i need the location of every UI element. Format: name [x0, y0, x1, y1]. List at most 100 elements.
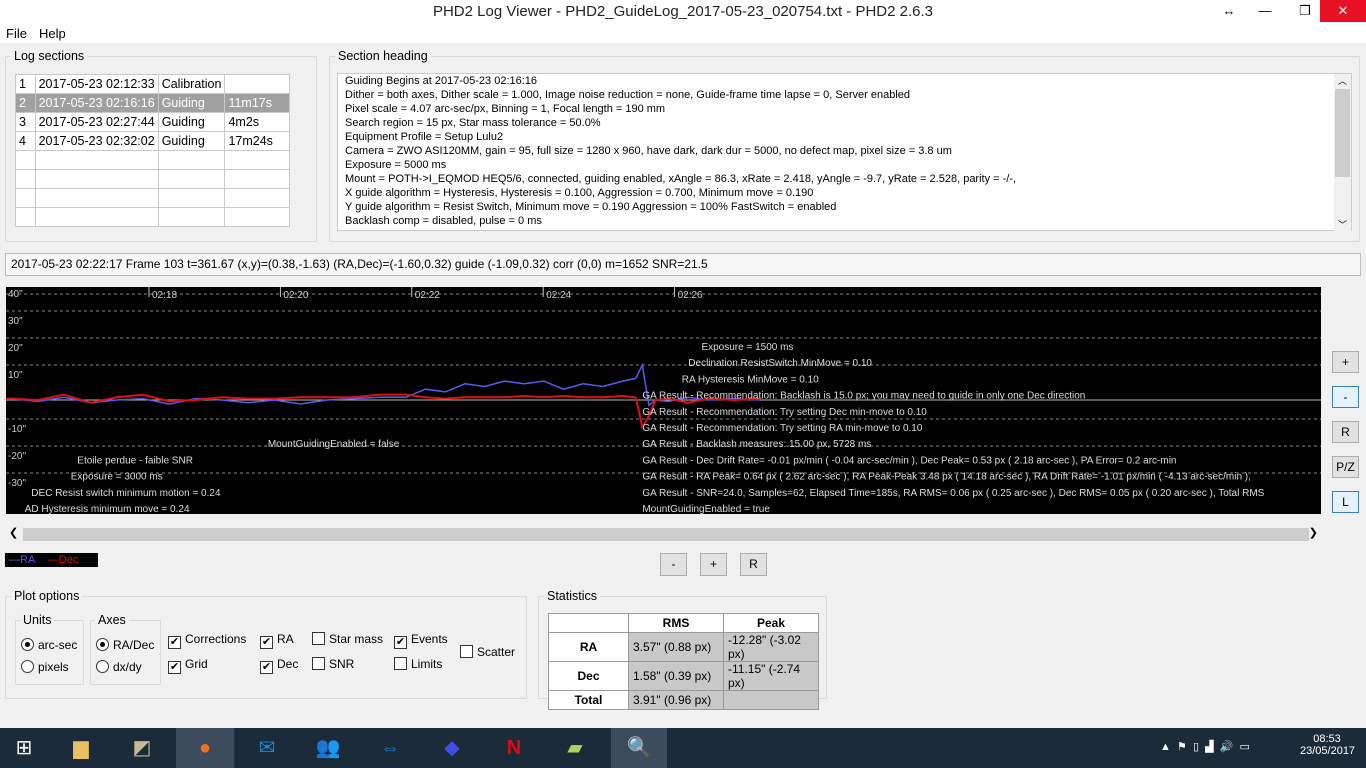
netflix-icon[interactable]: N [490, 728, 538, 768]
log-section-row[interactable]: 2 2017-05-23 02:16:16 Guiding 11m17s [15, 93, 290, 113]
log-cell [157, 207, 226, 227]
checkbox-scatter[interactable]: Scatter [460, 645, 515, 659]
x-tick-label: 02:18 [152, 290, 177, 301]
checkbox-box[interactable]: ✔ [168, 636, 181, 649]
plot-l-button[interactable]: L [1332, 491, 1359, 513]
start-windows-icon[interactable]: ⊞ [0, 728, 48, 768]
radio-pixels[interactable]: pixels [21, 660, 69, 674]
checkbox-label: Scatter [477, 645, 516, 659]
log-section-row[interactable] [15, 188, 290, 208]
title-bar: PHD2 Log Viewer - PHD2_GuideLog_2017-05-… [0, 0, 1366, 23]
people-icon[interactable]: 👥 [304, 728, 352, 768]
maps-icon[interactable]: ▰ [551, 728, 599, 768]
heading-line: Dither = both axes, Dither scale = 1.000… [345, 89, 910, 101]
log-cell [34, 150, 159, 170]
app-icon[interactable]: ◩ [118, 728, 166, 768]
header-peak: Peak [723, 613, 819, 633]
maximize-button[interactable]: ❐ [1285, 0, 1325, 22]
event-label: DEC Resist switch minimum motion = 0.24 [31, 488, 221, 499]
teamviewer-icon[interactable]: ⇔ [366, 728, 414, 768]
event-label: GA Result - SNR=24.0, Samples=62, Elapse… [642, 488, 1264, 499]
event-label: MountGuidingEnabled = true [642, 504, 770, 514]
zoom-reset-button[interactable]: R [740, 553, 767, 576]
heading-line: Equipment Profile = Setup Lulu2 [345, 131, 504, 143]
log-section-row[interactable] [15, 169, 290, 189]
checkbox-box[interactable]: ✔ [260, 661, 273, 674]
legend-dec: —Dec [47, 554, 79, 566]
zoom-in-button[interactable]: + [700, 553, 727, 576]
log-cell [34, 169, 159, 189]
checkbox-box[interactable]: ✔ [260, 636, 273, 649]
section-heading-text[interactable]: Guiding Begins at 2017-05-23 02:16:16 Dit… [337, 73, 1352, 231]
tray-icons[interactable]: ▲ ⚑ ▯ ▟ 🔊 ▭ [1160, 740, 1250, 753]
y-tick-label: -10" [8, 424, 26, 435]
resize-icon[interactable]: ↔ [1209, 0, 1249, 22]
file-explorer-icon[interactable]: ▆ [57, 728, 105, 768]
checkbox-limits[interactable]: Limits [394, 657, 442, 671]
checkbox-box[interactable] [460, 645, 473, 658]
plot-pz-button[interactable]: P/Z [1332, 456, 1359, 478]
log-cell: 4m2s [224, 112, 290, 132]
log-section-row[interactable]: 1 2017-05-23 02:12:33 Calibration [15, 74, 290, 94]
plot-reset-button[interactable]: R [1332, 421, 1359, 443]
checkbox-snr[interactable]: SNR [312, 657, 354, 671]
log-cell [157, 150, 226, 170]
checkbox-box[interactable] [312, 657, 325, 670]
clock[interactable]: 08:53 23/05/2017 [1300, 733, 1355, 757]
firefox-icon[interactable]: ● [176, 728, 234, 768]
log-sections-table[interactable]: 1 2017-05-23 02:12:33 Calibration 2 2017-05-… [15, 74, 290, 227]
log-cell [224, 74, 290, 94]
checkbox-star-mass[interactable]: Star mass [312, 632, 383, 646]
mail-icon[interactable]: ✉ [243, 728, 291, 768]
checkbox-dec[interactable]: ✔ Dec [260, 657, 298, 674]
checkbox-grid[interactable]: ✔ Grid [168, 657, 208, 674]
radio-dx-dy[interactable]: dx/dy [96, 660, 142, 674]
graph-hscrollbar[interactable]: ❮ ❯ [6, 526, 1321, 543]
log-sections-label: Log sections [11, 49, 88, 63]
stat-cell [723, 690, 819, 710]
radio-ra-dec[interactable]: RA/Dec [96, 638, 154, 652]
frame-status-line: 2017-05-23 02:22:17 Frame 103 t=361.67 (… [5, 253, 1361, 276]
heading-scrollbar[interactable]: ︿ ﹀ [1334, 74, 1351, 231]
taskbar: ⊞ ▆ ◩ ● ✉ 👥 ⇔ ◆ N ▰ 🔍 ▲ ⚑ ▯ ▟ 🔊 ▭ 08:53 … [0, 728, 1366, 768]
x-tick-label: 02:20 [283, 290, 308, 301]
radio-arc-sec[interactable]: arc-sec [21, 638, 77, 652]
checkbox-label: RA [277, 632, 294, 646]
statistics-label: Statistics [544, 589, 601, 603]
guiding-graph[interactable]: 40" 30" 20" 10" -10" -20" -30" 02:18 02:20 02:22 0… [6, 287, 1321, 514]
plot-zoom-in-button[interactable]: + [1332, 351, 1359, 373]
stat-cell: 3.57" (0.88 px) [628, 632, 724, 662]
checkbox-events[interactable]: ✔ Events [394, 632, 448, 649]
phd2-log-viewer-icon[interactable]: 🔍 [611, 728, 667, 768]
plot-zoom-out-button[interactable]: - [1332, 386, 1359, 408]
event-label: GA Result - RA Peak= 0.64 px ( 2.62 arc-… [642, 472, 1251, 483]
menu-file[interactable]: File [0, 23, 33, 44]
event-label: AD Hysteresis minimum move = 0.24 [25, 504, 190, 514]
zoom-out-button[interactable]: - [660, 553, 687, 576]
checkbox-corrections[interactable]: ✔ Corrections [168, 632, 246, 649]
log-section-row[interactable] [15, 150, 290, 170]
log-section-row[interactable]: 3 2017-05-23 02:27:44 Guiding 4m2s [15, 112, 290, 132]
minimize-button[interactable]: — [1245, 0, 1285, 22]
checkbox-box[interactable]: ✔ [394, 636, 407, 649]
row-label: RA [548, 632, 629, 662]
log-cell: 3 [15, 112, 36, 132]
checkbox-ra[interactable]: ✔ RA [260, 632, 294, 649]
log-cell [34, 207, 159, 227]
checkbox-box[interactable]: ✔ [168, 661, 181, 674]
log-section-row[interactable]: 4 2017-05-23 02:32:02 Guiding 17m24s [15, 131, 290, 151]
checkbox-box[interactable] [394, 657, 407, 670]
radio-label: pixels [38, 660, 69, 674]
log-cell: 2017-05-23 02:12:33 [34, 74, 159, 94]
cube-app-icon[interactable]: ◆ [428, 728, 476, 768]
heading-line: Pixel scale = 4.07 arc-sec/px, Binning =… [345, 103, 666, 115]
log-cell [224, 150, 290, 170]
menu-help[interactable]: Help [33, 23, 72, 44]
event-label: GA Result - Recommendation: Backlash is … [642, 391, 1085, 402]
radio-label: RA/Dec [113, 638, 155, 652]
checkbox-box[interactable] [312, 632, 325, 645]
log-section-row[interactable] [15, 207, 290, 227]
close-button[interactable]: ✕ [1320, 0, 1366, 22]
checkbox-label: Star mass [329, 632, 384, 646]
axes-group [90, 620, 161, 685]
